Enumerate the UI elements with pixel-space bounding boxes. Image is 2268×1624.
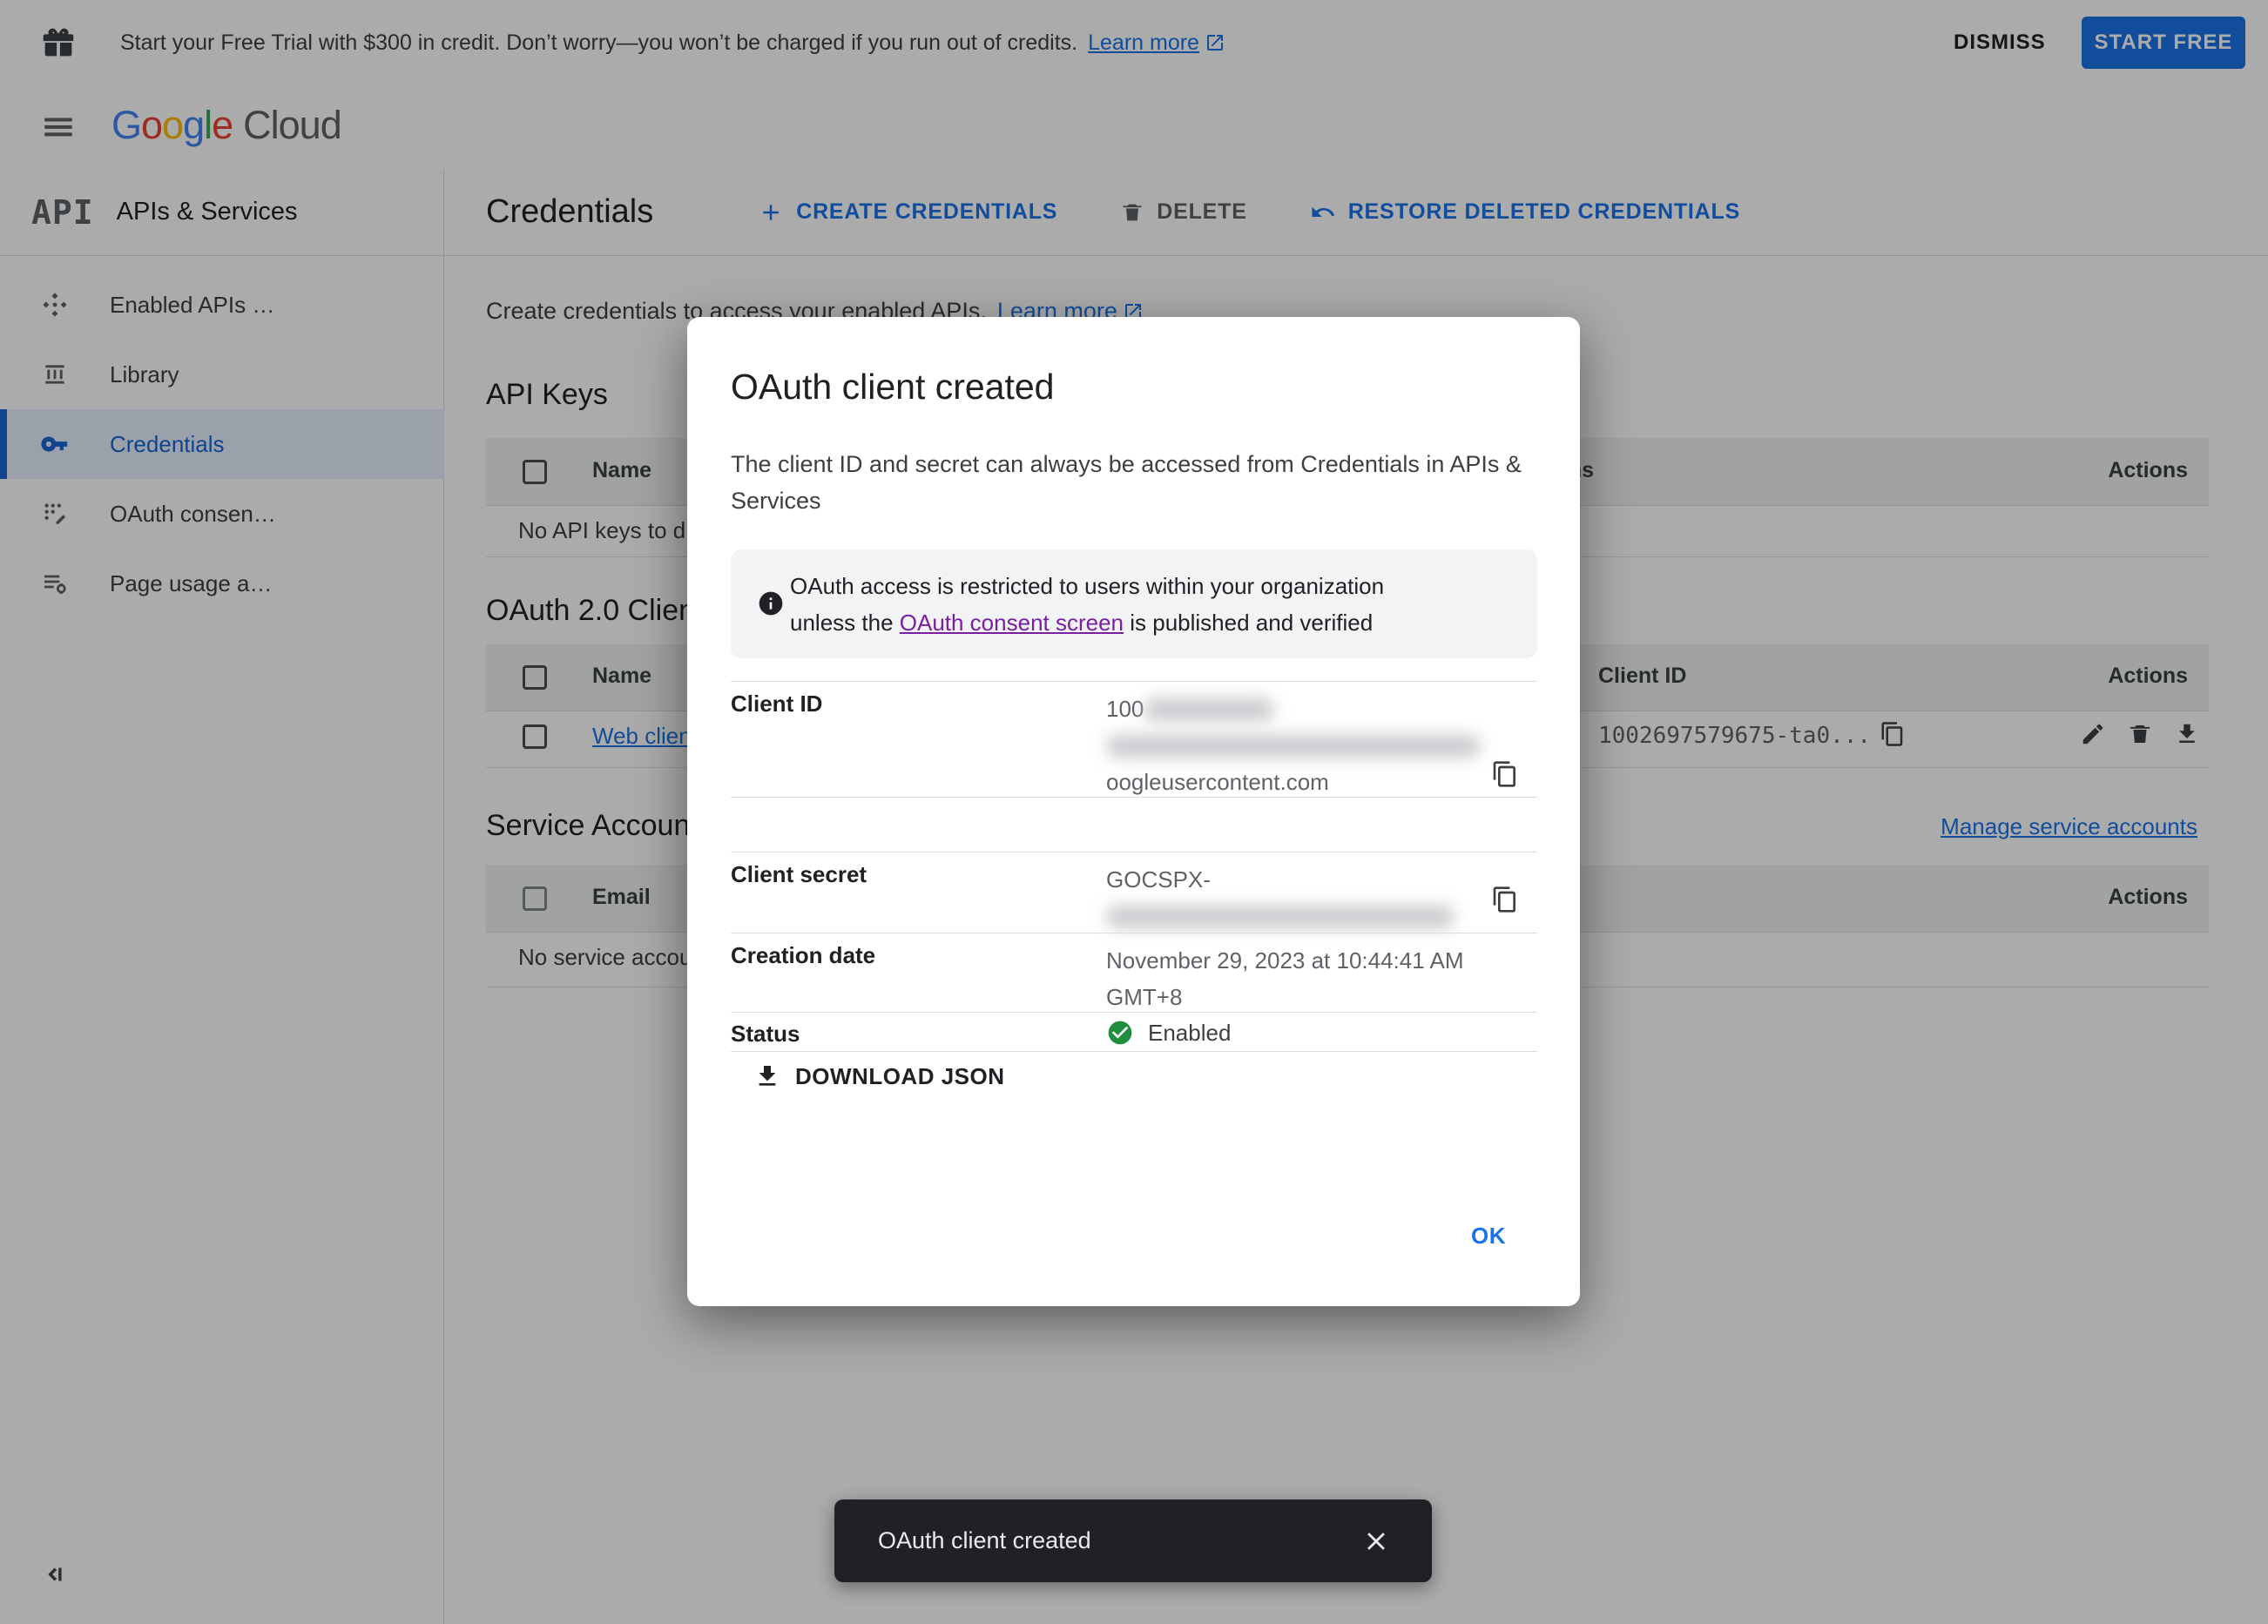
close-icon[interactable] [1359, 1524, 1394, 1559]
creation-date-value: November 29, 2023 at 10:44:41 AM GMT+8 [1106, 947, 1464, 1010]
divider [731, 797, 1537, 798]
dialog-title: OAuth client created [731, 367, 1055, 407]
google-cloud-console: Start your Free Trial with $300 in credi… [0, 0, 2268, 1624]
redacted-text [1144, 698, 1275, 721]
status-value: Enabled [1106, 1019, 1231, 1047]
client-id-label: Client ID [731, 691, 823, 717]
oauth-consent-screen-link[interactable]: OAuth consent screen [900, 610, 1124, 636]
copy-client-secret-icon[interactable] [1490, 885, 1520, 914]
copy-client-id-icon[interactable] [1490, 759, 1520, 789]
toast: OAuth client created [834, 1499, 1432, 1582]
check-circle-icon [1108, 1021, 1132, 1045]
toast-message: OAuth client created [878, 1527, 1091, 1553]
ok-button[interactable]: OK [1471, 1223, 1506, 1250]
divider [731, 1012, 1537, 1013]
status-label: Status [731, 1021, 800, 1047]
divider [731, 1051, 1537, 1052]
redacted-text [1106, 735, 1481, 758]
dialog-description: The client ID and secret can always be a… [731, 451, 1522, 514]
client-id-value: 100 oogleusercontent.com [1106, 691, 1515, 800]
download-icon [759, 1066, 776, 1086]
creation-date-label: Creation date [731, 942, 876, 968]
client-secret-value: GOCSPX- [1106, 861, 1515, 934]
info-banner: OAuth access is restricted to users with… [731, 549, 1537, 658]
redacted-text [1106, 906, 1455, 928]
info-icon [757, 590, 785, 617]
oauth-client-created-dialog: OAuth client created The client ID and s… [687, 317, 1580, 1306]
info-text: OAuth access is restricted to users with… [790, 573, 1385, 636]
download-json-button[interactable]: DOWNLOAD JSON [753, 1062, 1005, 1090]
client-secret-label: Client secret [731, 861, 867, 887]
divider [731, 681, 1537, 682]
